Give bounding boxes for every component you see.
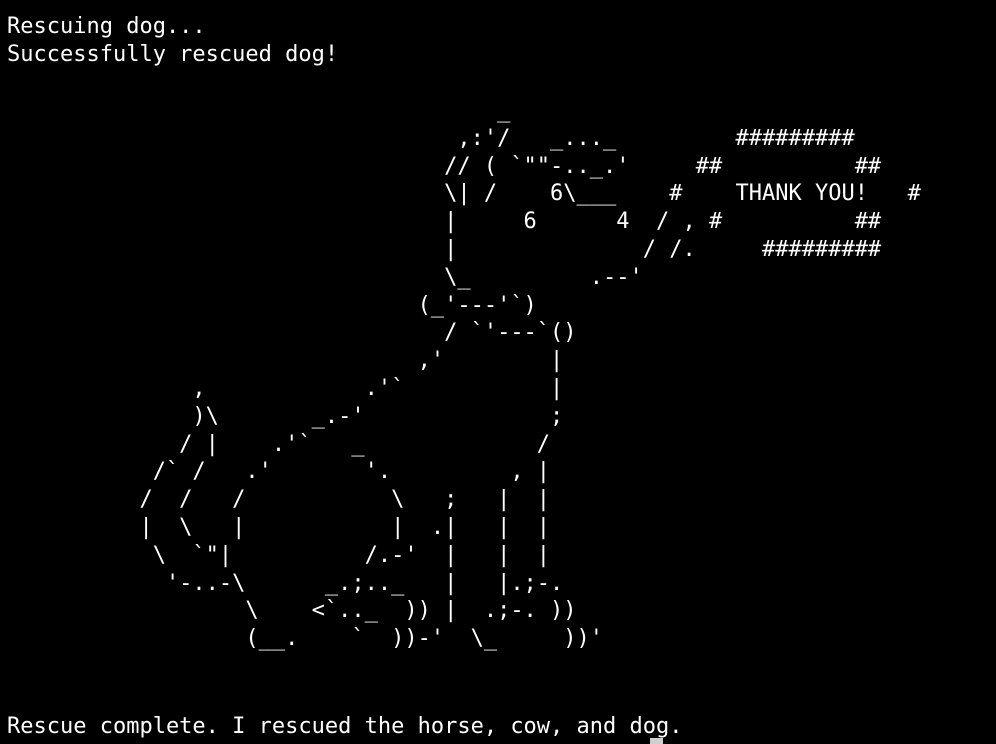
- output-line-rescuing: Rescuing dog...: [7, 14, 206, 39]
- text-cursor: [650, 738, 663, 744]
- terminal-window[interactable]: Rescuing dog... Successfully rescued dog…: [0, 0, 996, 744]
- output-line-success: Successfully rescued dog!: [7, 42, 339, 67]
- output-line-final: Rescue complete. I rescued the horse, co…: [7, 714, 683, 739]
- ascii-art-dog-thank-you: _ ,:'/ _..._ ######### // ( `""-.._.' ##…: [139, 98, 921, 652]
